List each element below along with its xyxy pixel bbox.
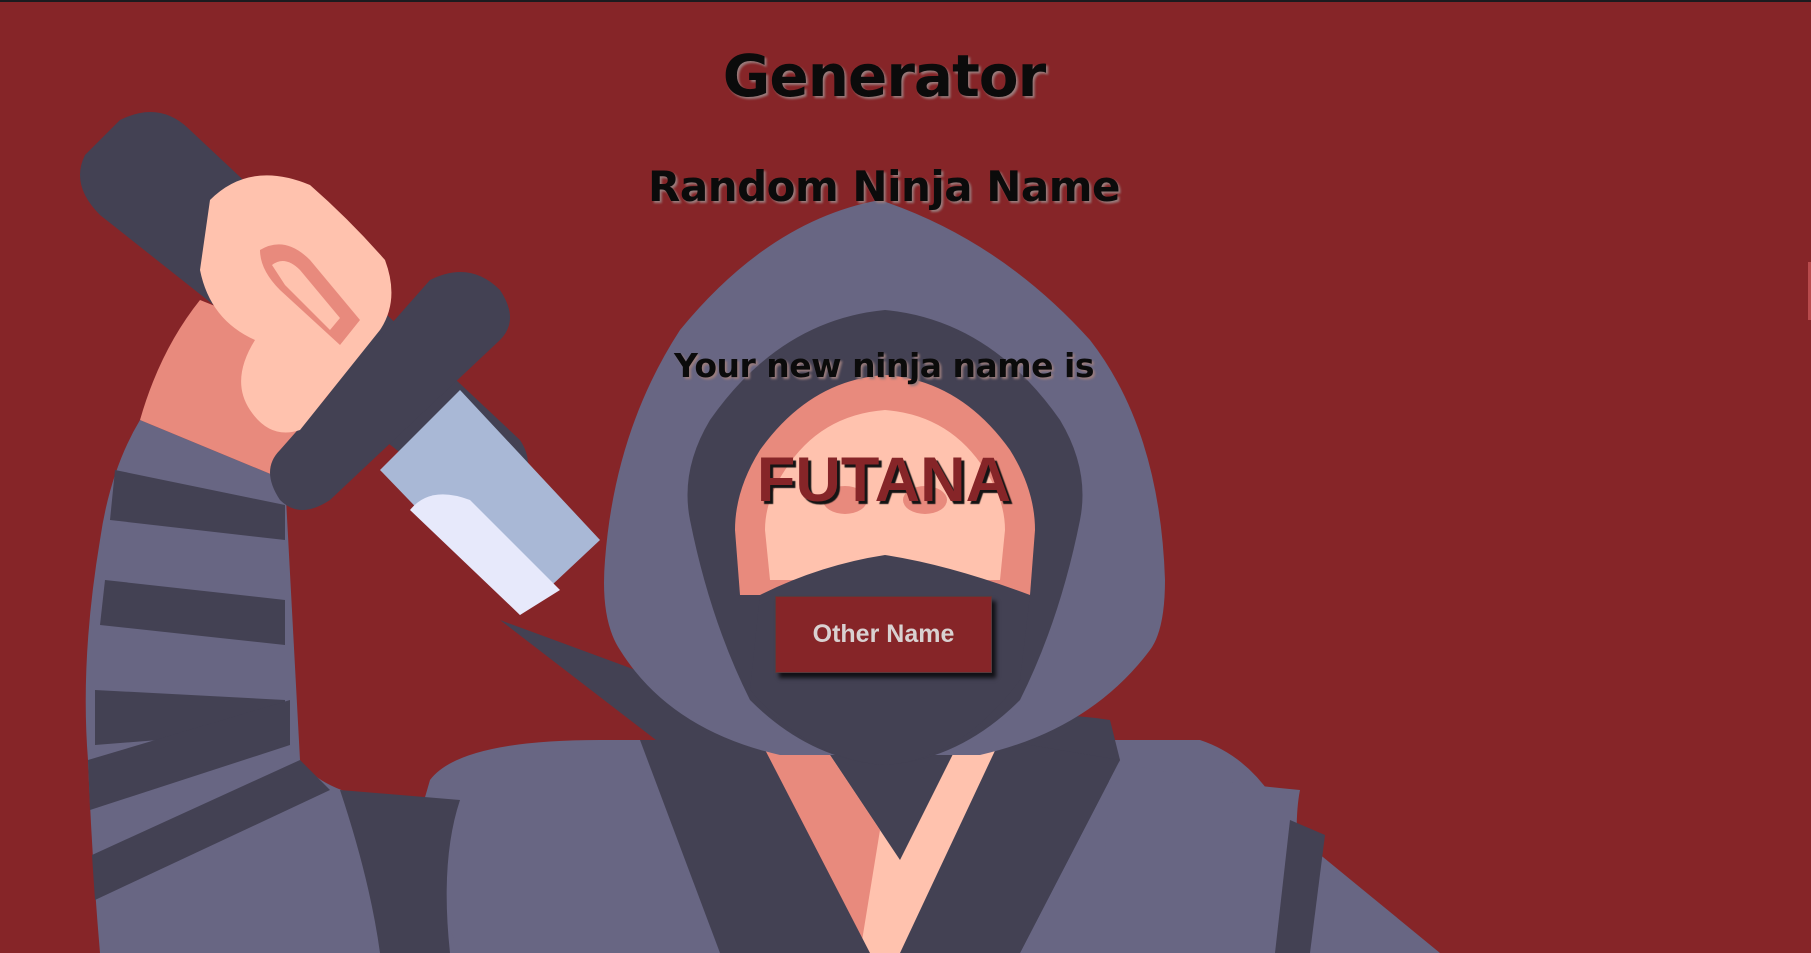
- page-title: Generator: [722, 42, 1047, 110]
- result-lead-text: Your new ninja name is: [674, 346, 1094, 385]
- generator-panel: Generator Random Ninja Name Your new nin…: [0, 0, 1768, 953]
- generated-ninja-name: FUTANA: [756, 445, 1012, 515]
- page-subtitle: Random Ninja Name: [648, 162, 1120, 211]
- other-name-button[interactable]: Other Name: [775, 596, 992, 673]
